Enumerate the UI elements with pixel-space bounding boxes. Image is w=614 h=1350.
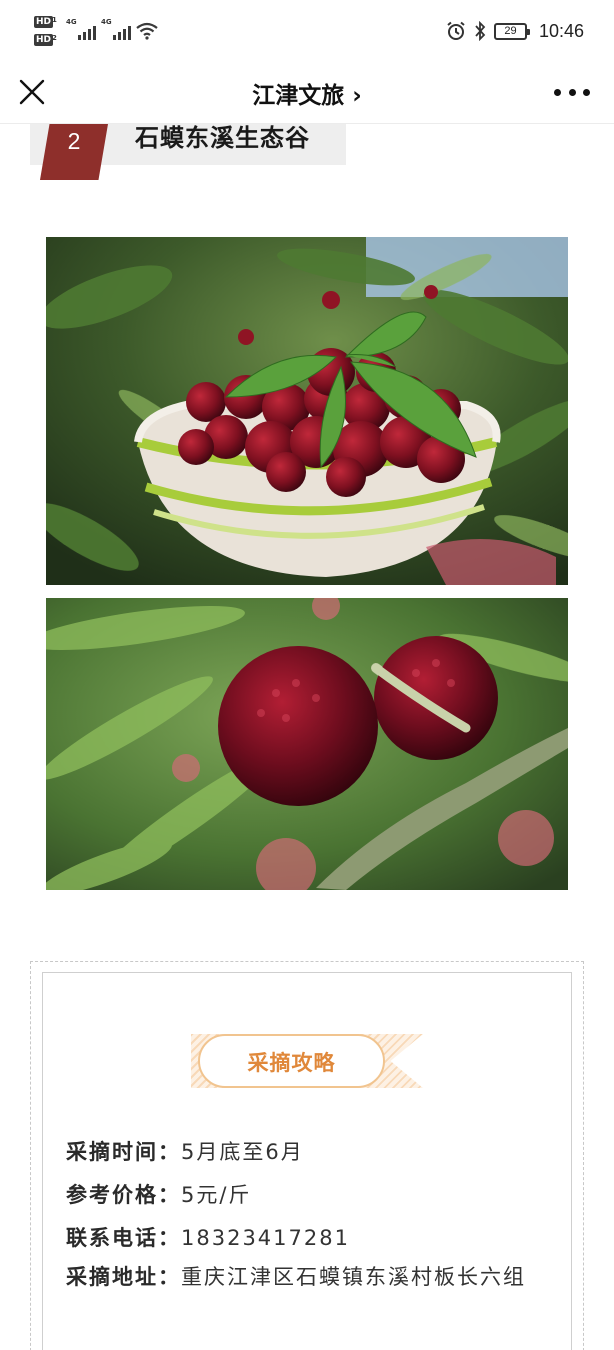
section-number-tag: 2: [40, 124, 108, 180]
navigation-bar: 江津文旅 ›: [0, 62, 614, 124]
hd-badge-sim2: HD: [34, 34, 54, 46]
sim1-index: 1: [52, 16, 57, 24]
battery-icon: 29: [493, 22, 530, 40]
clock: 10:46: [538, 20, 584, 41]
bluetooth-icon: [475, 21, 486, 41]
wifi-icon: [136, 22, 158, 40]
bayberries-in-basket-photo[interactable]: [46, 237, 568, 585]
contact-phone-label: 联系电话：: [66, 1226, 181, 1250]
contact-phone-row: 联系电话：18323417281: [66, 1222, 566, 1252]
reference-price-row: 参考价格：5元/斤: [66, 1179, 566, 1209]
signal-bars-1-icon: [78, 26, 96, 40]
sim2-index: 2: [52, 34, 57, 42]
account-title-link[interactable]: 江津文旅 ›: [0, 76, 614, 110]
basket-photo-illustration: [46, 237, 568, 585]
hd-badge-sim1: HD: [34, 16, 54, 28]
section-title: 石蟆东溪生态谷: [135, 124, 310, 152]
network-type-2: 4G: [101, 18, 112, 26]
picking-time-row: 采摘时间：5月底至6月: [66, 1136, 566, 1166]
more-dot-icon: [568, 88, 576, 96]
network-type-1: 4G: [66, 18, 77, 26]
picking-address-value: 重庆江津区石蟆镇东溪村板长六组: [181, 1265, 526, 1289]
reference-price-value: 5元/斤: [181, 1183, 252, 1207]
more-dot-icon: [554, 88, 561, 96]
picking-address-row: 采摘地址：重庆江津区石蟆镇东溪村板长六组: [66, 1255, 566, 1299]
picking-address-label: 采摘地址：: [66, 1265, 181, 1289]
system-indicators: 29 10:46: [446, 18, 584, 44]
more-options-button[interactable]: [554, 84, 590, 100]
signal-bars-2-icon: [113, 26, 131, 40]
picking-time-label: 采摘时间：: [66, 1140, 181, 1164]
contact-phone-value[interactable]: 18323417281: [181, 1226, 350, 1250]
reference-price-label: 参考价格：: [66, 1183, 181, 1207]
section-number: 2: [67, 128, 81, 154]
bayberries-on-branch-photo[interactable]: [46, 598, 568, 890]
more-dot-icon: [583, 88, 590, 96]
picking-time-value: 5月底至6月: [181, 1140, 304, 1164]
picking-guide-badge: 采摘攻略: [247, 1051, 336, 1075]
branch-photo-illustration: [46, 598, 568, 890]
signal-indicators: HD 1 HD 2 4G 4G: [34, 14, 164, 48]
status-bar: HD 1 HD 2 4G 4G 29 10:46: [0, 0, 614, 62]
alarm-icon: [447, 21, 465, 40]
